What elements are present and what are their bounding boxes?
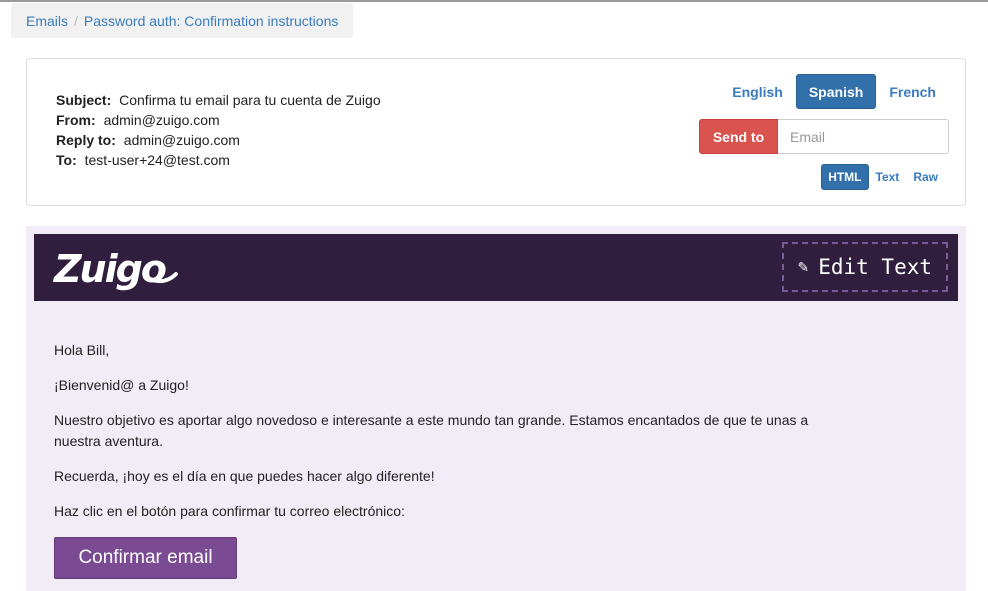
- format-tabs: HTML Text Raw: [821, 164, 945, 190]
- send-to-button[interactable]: Send to: [699, 119, 778, 154]
- greeting-text: Hola Bill,: [54, 342, 110, 358]
- subject-row: Subject: Confirma tu email para tu cuent…: [56, 90, 381, 110]
- email-meta: Subject: Confirma tu email para tu cuent…: [56, 90, 381, 170]
- subject-value: Confirma tu email para tu cuenta de Zuig…: [119, 92, 381, 108]
- email-input[interactable]: [778, 119, 949, 154]
- zuigo-logo: Zuigo: [52, 244, 182, 297]
- tab-text[interactable]: Text: [869, 164, 907, 190]
- tab-spanish[interactable]: Spanish: [795, 74, 877, 109]
- welcome-text: ¡Bienvenid@ a Zuigo!: [54, 377, 189, 393]
- from-value: admin@zuigo.com: [103, 112, 220, 128]
- breadcrumb-emails[interactable]: Emails: [26, 13, 68, 29]
- tab-english[interactable]: English: [719, 74, 796, 109]
- email-preview: Zuigo ✎ Edit Text Hola Bill, ¡Bienvenid@…: [26, 226, 966, 591]
- send-form: Send to: [699, 119, 949, 154]
- subject-label: Subject:: [56, 92, 112, 108]
- reply-to-label: Reply to:: [56, 132, 116, 148]
- to-value: test-user+24@test.com: [84, 152, 230, 168]
- tab-html[interactable]: HTML: [821, 164, 869, 190]
- window-top-border: [0, 0, 988, 2]
- edit-text-label: Edit Text: [818, 255, 933, 279]
- confirm-email-button[interactable]: Confirmar email: [54, 537, 237, 579]
- to-row: To: test-user+24@test.com: [56, 150, 381, 170]
- tab-french[interactable]: French: [876, 74, 949, 109]
- svg-text:Zuigo: Zuigo: [53, 247, 166, 291]
- breadcrumb: Emails / Password auth: Confirmation ins…: [11, 3, 354, 38]
- reminder-text: Recuerda, ¡hoy es el día en que puedes h…: [54, 468, 435, 484]
- email-header-panel: Subject: Confirma tu email para tu cuent…: [26, 58, 966, 206]
- breadcrumb-current[interactable]: Password auth: Confirmation instructions: [84, 13, 338, 29]
- pencil-icon: ✎: [797, 257, 809, 277]
- tab-raw[interactable]: Raw: [906, 164, 945, 190]
- edit-text-button[interactable]: ✎ Edit Text: [782, 242, 948, 292]
- intro-paragraph: Nuestro objetivo es aportar algo novedos…: [54, 412, 809, 449]
- from-row: From: admin@zuigo.com: [56, 110, 381, 130]
- reply-to-row: Reply to: admin@zuigo.com: [56, 130, 381, 150]
- breadcrumb-separator: /: [74, 12, 78, 29]
- reply-to-value: admin@zuigo.com: [123, 132, 240, 148]
- language-tabs: English Spanish French: [719, 74, 949, 109]
- to-label: To:: [56, 152, 77, 168]
- instruction-text: Haz clic en el botón para confirmar tu c…: [54, 503, 405, 519]
- email-banner: Zuigo ✎ Edit Text: [34, 234, 958, 301]
- from-label: From:: [56, 112, 96, 128]
